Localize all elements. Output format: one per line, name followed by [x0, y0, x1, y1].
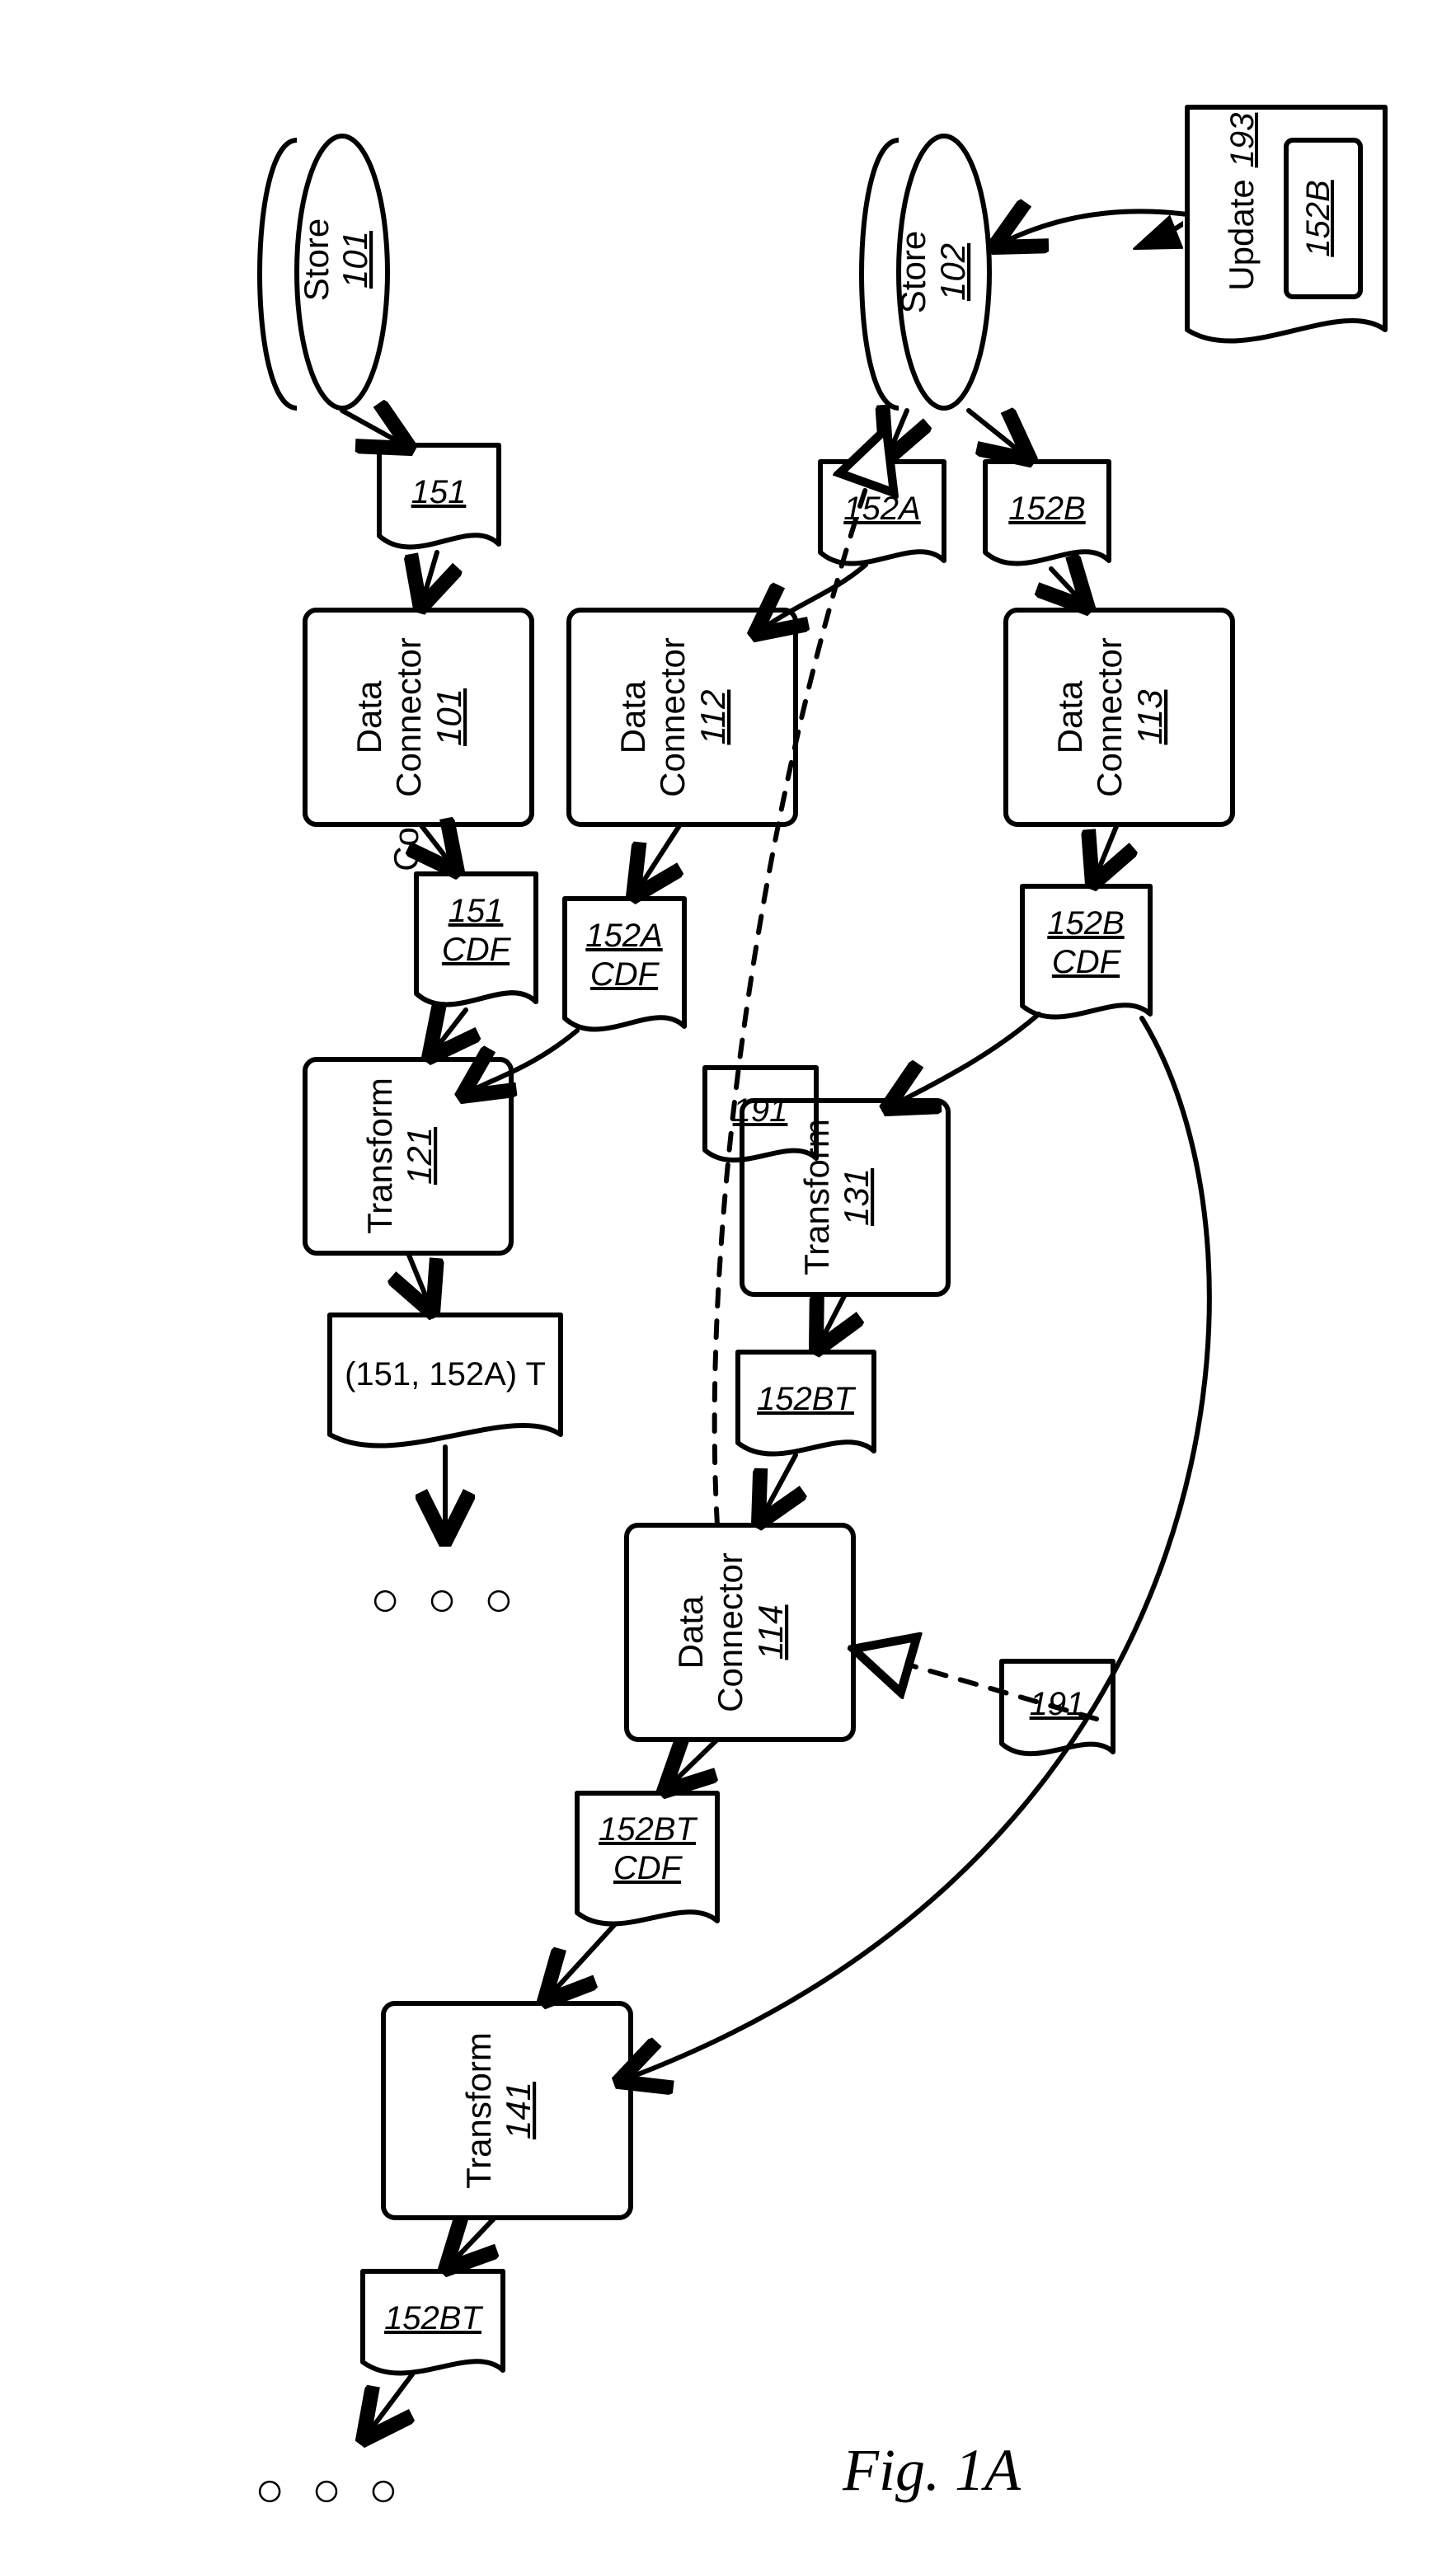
svg-text:152A: 152A: [585, 918, 662, 954]
svg-text:131: 131: [837, 1168, 876, 1226]
edge-152btout-out: [363, 2374, 412, 2440]
edge-151-to-dc101: [420, 552, 437, 608]
edge-152bt-to-dc114: [759, 1455, 796, 1524]
edge-store102-to-152a: [886, 411, 907, 460]
edge-152bcdf-to-t141: [618, 1018, 1209, 2082]
svg-text:193: 193: [1224, 113, 1261, 168]
svg-text:Data: Data: [1050, 680, 1089, 754]
svg-text:101: 101: [430, 688, 468, 746]
svg-text:141: 141: [499, 2082, 538, 2139]
data-connector-114: Data Connector 114: [627, 1525, 853, 1740]
figure-caption: Fig. 1A: [842, 2437, 1022, 2503]
store-102: Store 102: [862, 136, 989, 408]
edge-151cdf-to-t121: [429, 1010, 466, 1058]
doc-151-cdf: 151 CDF: [416, 874, 536, 1005]
svg-text:(151, 152A) T: (151, 152A) T: [345, 1356, 546, 1392]
svg-text:152BT: 152BT: [599, 1811, 697, 1848]
svg-text:113: 113: [1130, 690, 1169, 745]
svg-text:CDF: CDF: [442, 932, 512, 968]
svg-text:152B: 152B: [1047, 905, 1124, 942]
edge-152bcdf-to-t131: [886, 1014, 1039, 1109]
svg-text:Store: Store: [894, 231, 932, 313]
svg-text:152BT: 152BT: [757, 1381, 856, 1417]
svg-text:Transform: Transform: [459, 2032, 498, 2189]
svg-text:Connector: Connector: [1090, 637, 1129, 797]
svg-text:Data: Data: [350, 680, 388, 754]
svg-text:CDF: CDF: [590, 956, 660, 993]
doc-152a: 152A: [820, 462, 944, 564]
doc-151: 151: [379, 445, 499, 547]
doc-152bt-cdf: 152BT CDF: [577, 1793, 717, 1924]
edge-152a-to-dc112: [754, 565, 866, 635]
svg-text:Store: Store: [297, 218, 336, 301]
store-101: Store 101: [260, 136, 387, 408]
edge-t141-to-152btout: [445, 2218, 495, 2270]
svg-text:114: 114: [751, 1605, 790, 1660]
data-connector-113: Data Connector 113: [1006, 610, 1233, 824]
transform-141: Transform 141: [383, 2003, 631, 2218]
ellipsis-2: ○ ○ ○: [255, 2462, 405, 2517]
edge-t121-to-tuple: [408, 1253, 433, 1313]
data-connector-112: Data Connector 112: [569, 610, 796, 824]
svg-text:191: 191: [733, 1092, 788, 1129]
svg-text:152BT: 152BT: [384, 2300, 483, 2336]
svg-text:Update: Update: [1222, 179, 1261, 290]
transform-131: Transform 131: [742, 1101, 948, 1294]
edge-store102-to-152b: [969, 411, 1031, 460]
doc-update-193: Update 193 152B: [1183, 103, 1397, 350]
doc-152b-cdf: 152B CDF: [1022, 886, 1150, 1017]
svg-text:112: 112: [693, 690, 732, 745]
svg-text:121: 121: [400, 1127, 439, 1185]
svg-text:Connector: Connector: [653, 637, 692, 797]
doc-152bt-out: 152BT: [363, 2271, 503, 2374]
doc-152b: 152B: [985, 462, 1109, 564]
svg-text:191: 191: [1030, 1686, 1085, 1722]
svg-text:CDF: CDF: [1052, 944, 1122, 980]
doc-tuple-out: (151, 152A) T: [330, 1315, 561, 1446]
edge-152b-to-dc113: [1051, 569, 1088, 608]
edge-dc112-to-152acdf: [633, 824, 680, 897]
svg-text:Connector: Connector: [389, 637, 428, 797]
edge-t131-to-152bt: [816, 1294, 845, 1350]
edge-152btcdf-to-t141: [544, 1925, 614, 2002]
ellipsis-1: ○ ○ ○: [370, 1571, 520, 1627]
svg-text:151: 151: [411, 474, 467, 510]
svg-text:102: 102: [933, 243, 972, 301]
svg-text:152B: 152B: [1300, 180, 1336, 256]
svg-text:101: 101: [336, 231, 374, 289]
svg-text:152B: 152B: [1008, 491, 1085, 527]
doc-152bt: 152BT: [738, 1352, 874, 1454]
edge-dc113-to-152bcdf: [1092, 824, 1117, 885]
svg-text:CDF: CDF: [613, 1850, 683, 1886]
svg-text:151: 151: [449, 893, 504, 929]
figure-1a: 100 Store 101 151 Data Connector 101 Dat…: [0, 0, 1456, 2564]
edge-store101-to-151: [342, 411, 411, 448]
edge-dc114-to-152btcdf: [664, 1740, 717, 1792]
edge-dc101-to-151cdf: [420, 824, 458, 872]
edge-152acdf-to-t121: [462, 1031, 577, 1097]
doc-152a-cdf: 152A CDF: [565, 899, 684, 1030]
edge-update-to-store102: [993, 211, 1187, 247]
svg-text:Transform: Transform: [360, 1078, 399, 1234]
svg-text:Data: Data: [671, 1595, 710, 1669]
svg-text:Data: Data: [613, 680, 652, 754]
svg-text:Connector: Connector: [711, 1552, 749, 1712]
